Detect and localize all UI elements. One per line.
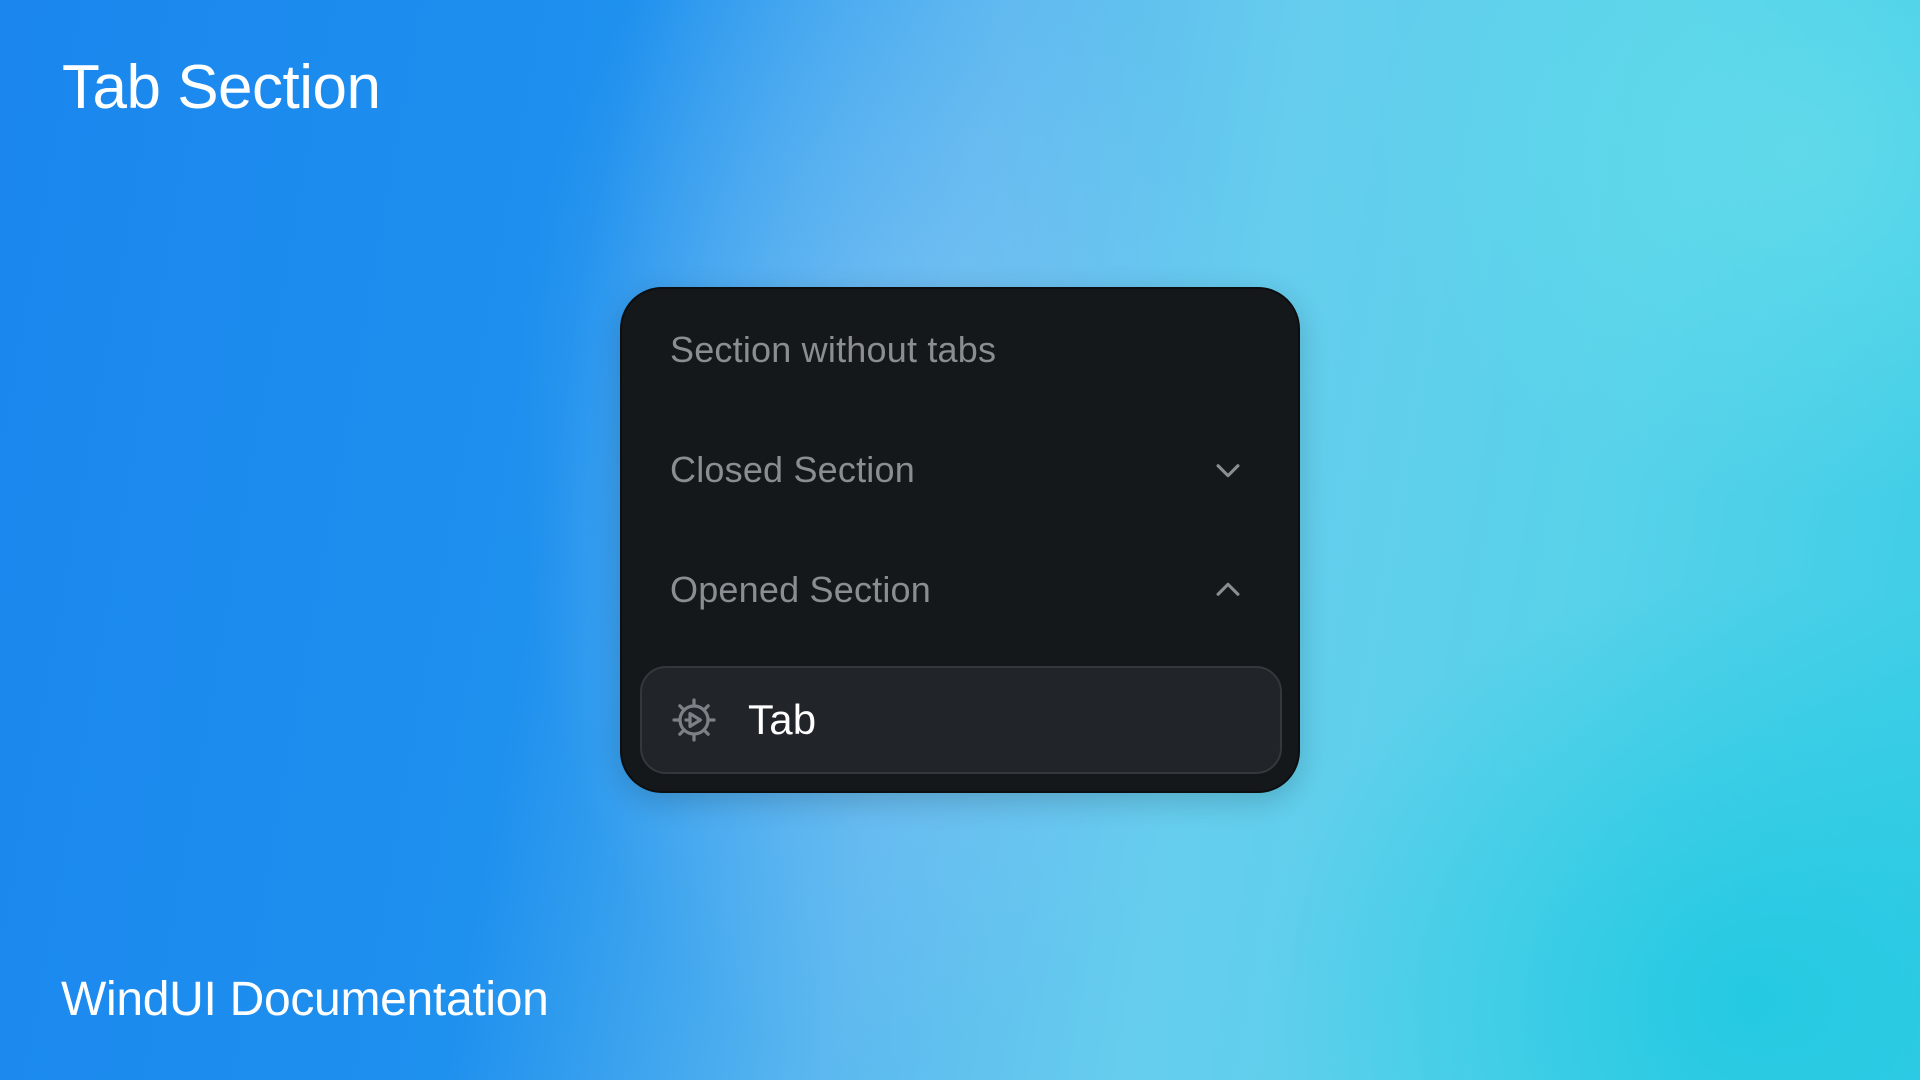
chevron-up-icon[interactable] bbox=[1210, 572, 1246, 608]
opened-section-header[interactable]: Opened Section bbox=[622, 550, 1298, 630]
section-without-tabs: Section without tabs bbox=[622, 310, 1298, 390]
tab-item[interactable]: Tab bbox=[640, 666, 1282, 774]
closed-section-header[interactable]: Closed Section bbox=[622, 430, 1298, 510]
section-label: Opened Section bbox=[670, 569, 931, 610]
footer-label: WindUI Documentation bbox=[61, 973, 549, 1026]
page-title: Tab Section bbox=[62, 53, 381, 122]
section-label: Closed Section bbox=[670, 449, 915, 490]
section-label: Section without tabs bbox=[670, 329, 997, 370]
chevron-down-icon[interactable] bbox=[1210, 452, 1246, 488]
tab-label: Tab bbox=[748, 696, 817, 743]
tab-section-panel: Section without tabs Closed Section Open… bbox=[620, 287, 1300, 793]
gear-icon bbox=[670, 696, 718, 744]
